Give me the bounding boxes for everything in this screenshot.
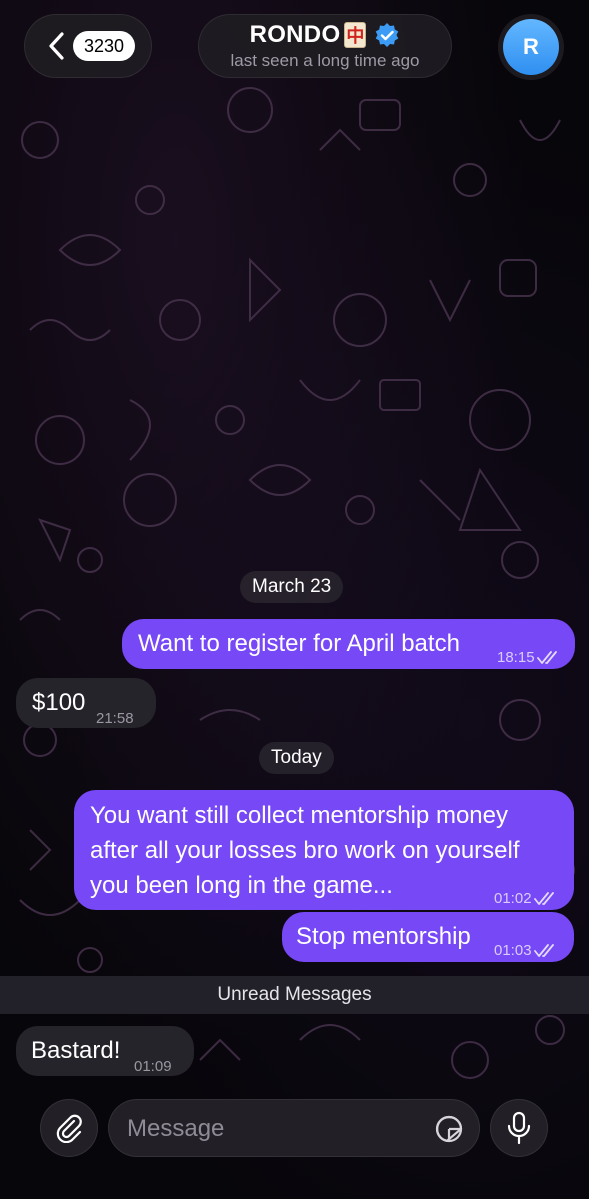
verified-badge-icon xyxy=(376,23,399,47)
outgoing-message[interactable]: You want still collect mentorship money … xyxy=(74,790,574,910)
message-line: You want still collect mentorship money xyxy=(90,802,508,829)
unread-messages-divider: Unread Messages xyxy=(0,976,589,1014)
microphone-icon xyxy=(507,1111,531,1145)
message-time: 01:02 xyxy=(494,890,532,907)
message-meta: 01:09 xyxy=(134,1050,172,1084)
avatar: R xyxy=(503,19,559,75)
message-text: Want to register for April batch xyxy=(138,630,460,657)
double-check-icon xyxy=(533,944,554,957)
voice-message-button[interactable] xyxy=(490,1099,548,1157)
incoming-message[interactable]: Bastard! 01:09 xyxy=(16,1026,194,1076)
double-check-icon xyxy=(533,892,554,905)
double-check-icon xyxy=(536,651,557,664)
message-meta: 01:02 xyxy=(494,882,558,916)
message-meta: 21:58 xyxy=(96,702,134,736)
paperclip-icon xyxy=(56,1114,82,1143)
message-meta: 01:03 xyxy=(494,934,558,968)
last-seen-status: last seen a long time ago xyxy=(230,51,420,70)
unread-count-badge: 3230 xyxy=(73,31,135,61)
outgoing-message[interactable]: Want to register for April batch 18:15 xyxy=(122,619,575,669)
chat-header[interactable]: RONDO 中 last seen a long time ago xyxy=(198,14,452,78)
message-time: 01:03 xyxy=(494,942,532,959)
message-time: 01:09 xyxy=(134,1058,172,1075)
date-separator: Today xyxy=(259,742,334,774)
chevron-left-icon xyxy=(49,32,64,60)
message-line: after all your losses bro work on yourse… xyxy=(90,837,520,864)
avatar-button[interactable]: R xyxy=(498,14,564,80)
message-time: 21:58 xyxy=(96,710,134,727)
message-text: $100 xyxy=(32,689,86,716)
sticker-icon[interactable] xyxy=(433,1113,465,1145)
date-separator: March 23 xyxy=(240,571,344,603)
message-text: Bastard! xyxy=(31,1037,121,1064)
message-text: Stop mentorship xyxy=(296,923,471,950)
attach-button[interactable] xyxy=(40,1099,98,1157)
message-line: you been long in the game... xyxy=(90,872,393,899)
chat-title: RONDO xyxy=(249,21,341,48)
mahjong-tile-icon: 中 xyxy=(344,22,367,48)
outgoing-message[interactable]: Stop mentorship 01:03 xyxy=(282,912,574,962)
message-input[interactable] xyxy=(127,1112,407,1146)
title-row: RONDO 中 xyxy=(250,21,401,49)
message-text: You want still collect mentorship money … xyxy=(90,798,520,903)
incoming-message[interactable]: $100 21:58 xyxy=(16,678,156,728)
message-field[interactable] xyxy=(108,1099,480,1157)
message-time: 18:15 xyxy=(497,649,535,666)
unread-label: Unread Messages xyxy=(217,984,372,1005)
back-button[interactable]: 3230 xyxy=(24,14,152,78)
message-meta: 18:15 xyxy=(497,641,561,675)
